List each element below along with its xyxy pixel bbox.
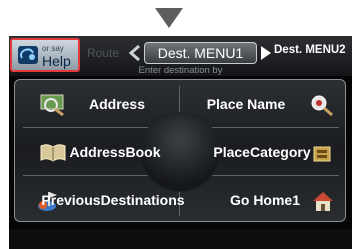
menu-previous-destinations[interactable]: Previous Destinations: [19, 177, 185, 221]
help-or-say-label: or say: [42, 44, 64, 53]
bottom-bar: [9, 229, 352, 249]
magnifier-map-icon: [40, 94, 64, 117]
tab-dest-menu2[interactable]: Dest. MENU2: [274, 44, 346, 56]
menu-place-name-label: Place Name: [206, 96, 286, 112]
menu-place-category-label: Place Category: [213, 129, 310, 175]
menu-go-home-label: Go Home1: [229, 192, 300, 208]
help-icon: [18, 46, 38, 64]
menu-address-label: Address: [88, 96, 146, 112]
open-book-icon: [40, 144, 66, 162]
chevron-left-icon[interactable]: [127, 44, 143, 62]
tab-dest-menu1[interactable]: Dest. MENU1: [144, 42, 257, 64]
menu-address-book-line1: Address: [69, 144, 126, 160]
menu-previous-destinations-line1: Previous: [41, 192, 101, 208]
play-right-icon[interactable]: [260, 46, 272, 60]
menu-place-category-line1: Place: [213, 144, 250, 160]
menu-go-home[interactable]: Go Home1: [183, 177, 343, 221]
subtitle: Enter destination by: [138, 65, 223, 76]
menu-place-category-line2: Category: [249, 144, 311, 160]
menu-address-book-line2: Book: [125, 144, 161, 160]
menu-address-book-label: Address Book: [69, 129, 160, 175]
menu-previous-destinations-label: Previous Destinations: [41, 177, 184, 221]
menu-address-book[interactable]: Address Book: [19, 129, 179, 175]
down-triangle-icon: [155, 8, 183, 28]
navigation-screen: or say Help Route Dest. MENU1 Dest. MENU…: [9, 36, 352, 249]
house-icon: [313, 192, 333, 211]
magnifier-pin-icon: [311, 95, 333, 117]
menu-previous-destinations-line2: Destinations: [100, 192, 185, 208]
tab-route[interactable]: Route: [87, 46, 119, 60]
menu-grid: Address Place Name Address Book Place Ca…: [14, 79, 346, 222]
menu-place-name[interactable]: Place Name: [183, 81, 343, 127]
menu-place-category[interactable]: Place Category: [183, 129, 343, 175]
menu-address[interactable]: Address: [19, 81, 179, 127]
category-box-icon: [313, 146, 331, 162]
